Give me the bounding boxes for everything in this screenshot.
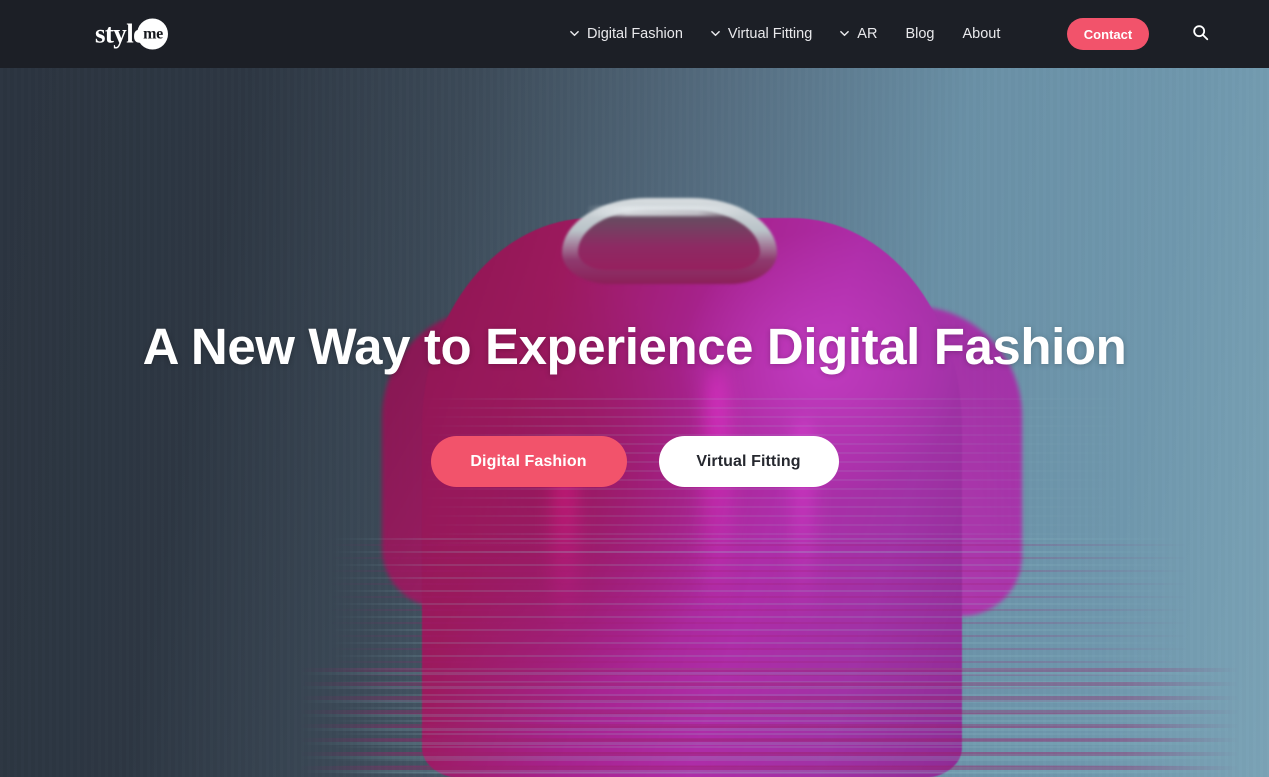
chevron-down-icon bbox=[711, 29, 720, 38]
nav-item-label: About bbox=[962, 26, 1001, 42]
nav-item-label: AR bbox=[857, 26, 878, 42]
nav-item-about[interactable]: About bbox=[948, 0, 1014, 68]
nav-item-ar[interactable]: AR bbox=[826, 0, 891, 68]
site-header: style me Digital Fashion Virtual Fitting… bbox=[0, 0, 1269, 68]
nav-item-virtual-fitting[interactable]: Virtual Fitting bbox=[697, 0, 826, 68]
search-button[interactable] bbox=[1188, 22, 1212, 46]
chevron-down-icon bbox=[570, 29, 579, 38]
chevron-down-icon bbox=[840, 29, 850, 38]
nav-item-label: Blog bbox=[905, 26, 935, 42]
digital-fashion-button[interactable]: Digital Fashion bbox=[430, 436, 627, 488]
hero-title: A New Way to Experience Digital Fashion bbox=[142, 317, 1127, 375]
nav-item-blog[interactable]: Blog bbox=[891, 0, 948, 68]
virtual-fitting-button[interactable]: Virtual Fitting bbox=[658, 436, 839, 488]
nav-item-digital-fashion[interactable]: Digital Fashion bbox=[556, 0, 697, 68]
hero-section: A New Way to Experience Digital Fashion … bbox=[0, 68, 1269, 777]
logo[interactable]: style me bbox=[95, 18, 169, 50]
search-icon bbox=[1192, 24, 1209, 44]
main-navigation: Digital Fashion Virtual Fitting AR Blog … bbox=[556, 0, 1014, 68]
contact-button[interactable]: Contact bbox=[1067, 18, 1149, 50]
hero-content: A New Way to Experience Digital Fashion … bbox=[0, 68, 1269, 777]
nav-item-label: Digital Fashion bbox=[587, 26, 683, 42]
hero-actions: Digital Fashion Virtual Fitting bbox=[430, 436, 839, 488]
nav-item-label: Virtual Fitting bbox=[727, 26, 813, 42]
logo-badge: me bbox=[137, 18, 169, 50]
